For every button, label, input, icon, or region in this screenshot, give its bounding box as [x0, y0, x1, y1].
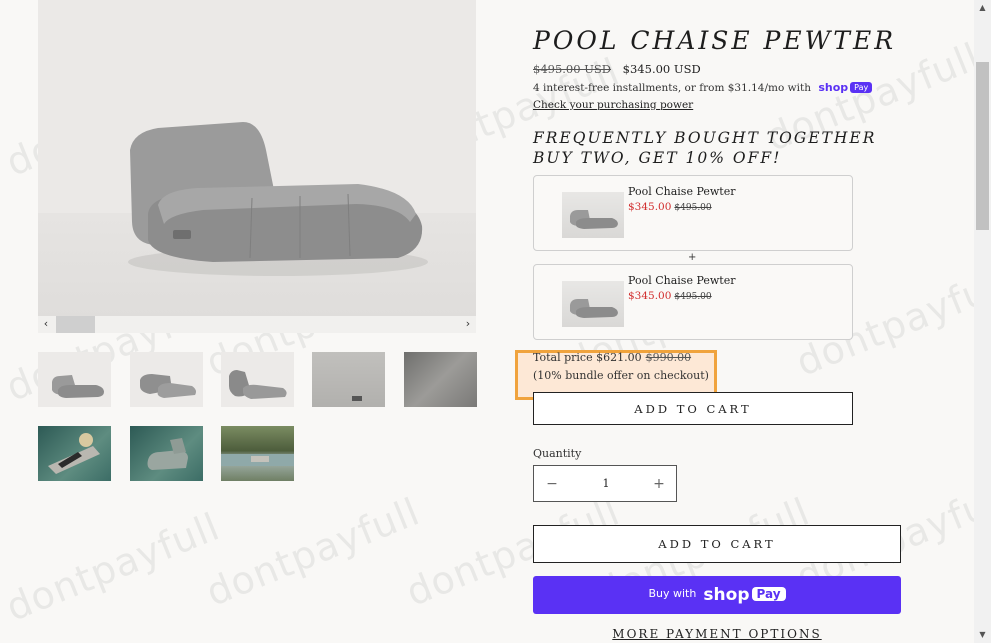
quantity-decrease-button[interactable]: −: [542, 475, 562, 493]
shop-pay-badge: Pay: [850, 82, 873, 93]
image-scrollbar[interactable]: [38, 316, 476, 333]
thumbnail-pool-floating[interactable]: [130, 426, 203, 481]
thumbnail-chaise-angle[interactable]: [130, 352, 203, 407]
shop-logo: shop: [703, 585, 750, 605]
bundle-plus-sign: +: [688, 252, 697, 263]
bundle-item-image: [562, 192, 624, 238]
gallery-next-icon[interactable]: ›: [461, 317, 475, 331]
shop-pay-logo: shop: [818, 81, 849, 94]
image-scroll-thumb[interactable]: [56, 316, 95, 333]
bundle-heading: FREQUENTLY BOUGHT TOGETHER BUY TWO, GET …: [533, 128, 876, 168]
quantity-increase-button[interactable]: +: [649, 475, 669, 493]
gallery-prev-icon[interactable]: ‹: [39, 317, 53, 331]
product-main-image[interactable]: [38, 0, 476, 333]
buy-with-label: Buy with: [648, 587, 697, 600]
check-purchasing-power-link[interactable]: Check your purchasing power: [533, 99, 693, 111]
thumbnail-fabric-detail[interactable]: [404, 352, 477, 407]
thumbnail-chaise-side[interactable]: [38, 352, 111, 407]
bundle-add-to-cart-button[interactable]: ADD TO CART: [533, 392, 853, 425]
more-payment-options-link[interactable]: MORE PAYMENT OPTIONS: [533, 627, 901, 641]
bundle-item-name[interactable]: Pool Chaise Pewter: [628, 185, 735, 198]
quantity-input[interactable]: 1: [596, 477, 616, 490]
pay-badge: Pay: [751, 587, 786, 601]
bundle-item-card[interactable]: Pool Chaise Pewter $345.00 $495.00: [533, 264, 853, 340]
bundle-heading-line2: BUY TWO, GET 10% OFF!: [533, 149, 782, 167]
bundle-heading-line1: FREQUENTLY BOUGHT TOGETHER: [533, 129, 877, 147]
bundle-item-card[interactable]: Pool Chaise Pewter $345.00 $495.00: [533, 175, 853, 251]
sale-price: $345.00 USD: [622, 62, 701, 76]
price-row: $495.00 USD $345.00 USD: [533, 62, 701, 76]
product-title: POOL CHAISE PEWTER: [533, 26, 897, 55]
scroll-up-icon[interactable]: ▲: [974, 1, 991, 15]
quantity-label: Quantity: [533, 447, 582, 460]
bundle-item-price: $345.00 $495.00: [628, 201, 712, 213]
bundle-offer-note: (10% bundle offer on checkout): [533, 369, 709, 382]
thumbnail-pool-lounging[interactable]: [38, 426, 111, 481]
chaise-illustration: [128, 122, 428, 276]
thumbnail-chaise-closeup[interactable]: [312, 352, 385, 407]
bundle-total-price: Total price $621.00 $990.00: [533, 351, 692, 364]
bundle-item-name[interactable]: Pool Chaise Pewter: [628, 274, 735, 287]
buy-with-shop-pay-button[interactable]: Buy with shop Pay: [533, 576, 901, 614]
quantity-stepper[interactable]: − 1 +: [533, 465, 677, 502]
add-to-cart-button[interactable]: ADD TO CART: [533, 525, 901, 563]
bundle-item-price: $345.00 $495.00: [628, 290, 712, 302]
installments-text: 4 interest-free installments, or from $3…: [533, 82, 811, 94]
compare-at-price: $495.00 USD: [533, 62, 612, 76]
installments-message: 4 interest-free installments, or from $3…: [533, 81, 873, 94]
thumbnail-garden-pool[interactable]: [221, 426, 294, 481]
page-scroll-thumb[interactable]: [976, 62, 989, 230]
scroll-down-icon[interactable]: ▼: [974, 628, 991, 642]
bundle-item-image: [562, 281, 624, 327]
thumbnail-chaise-back[interactable]: [221, 352, 294, 407]
